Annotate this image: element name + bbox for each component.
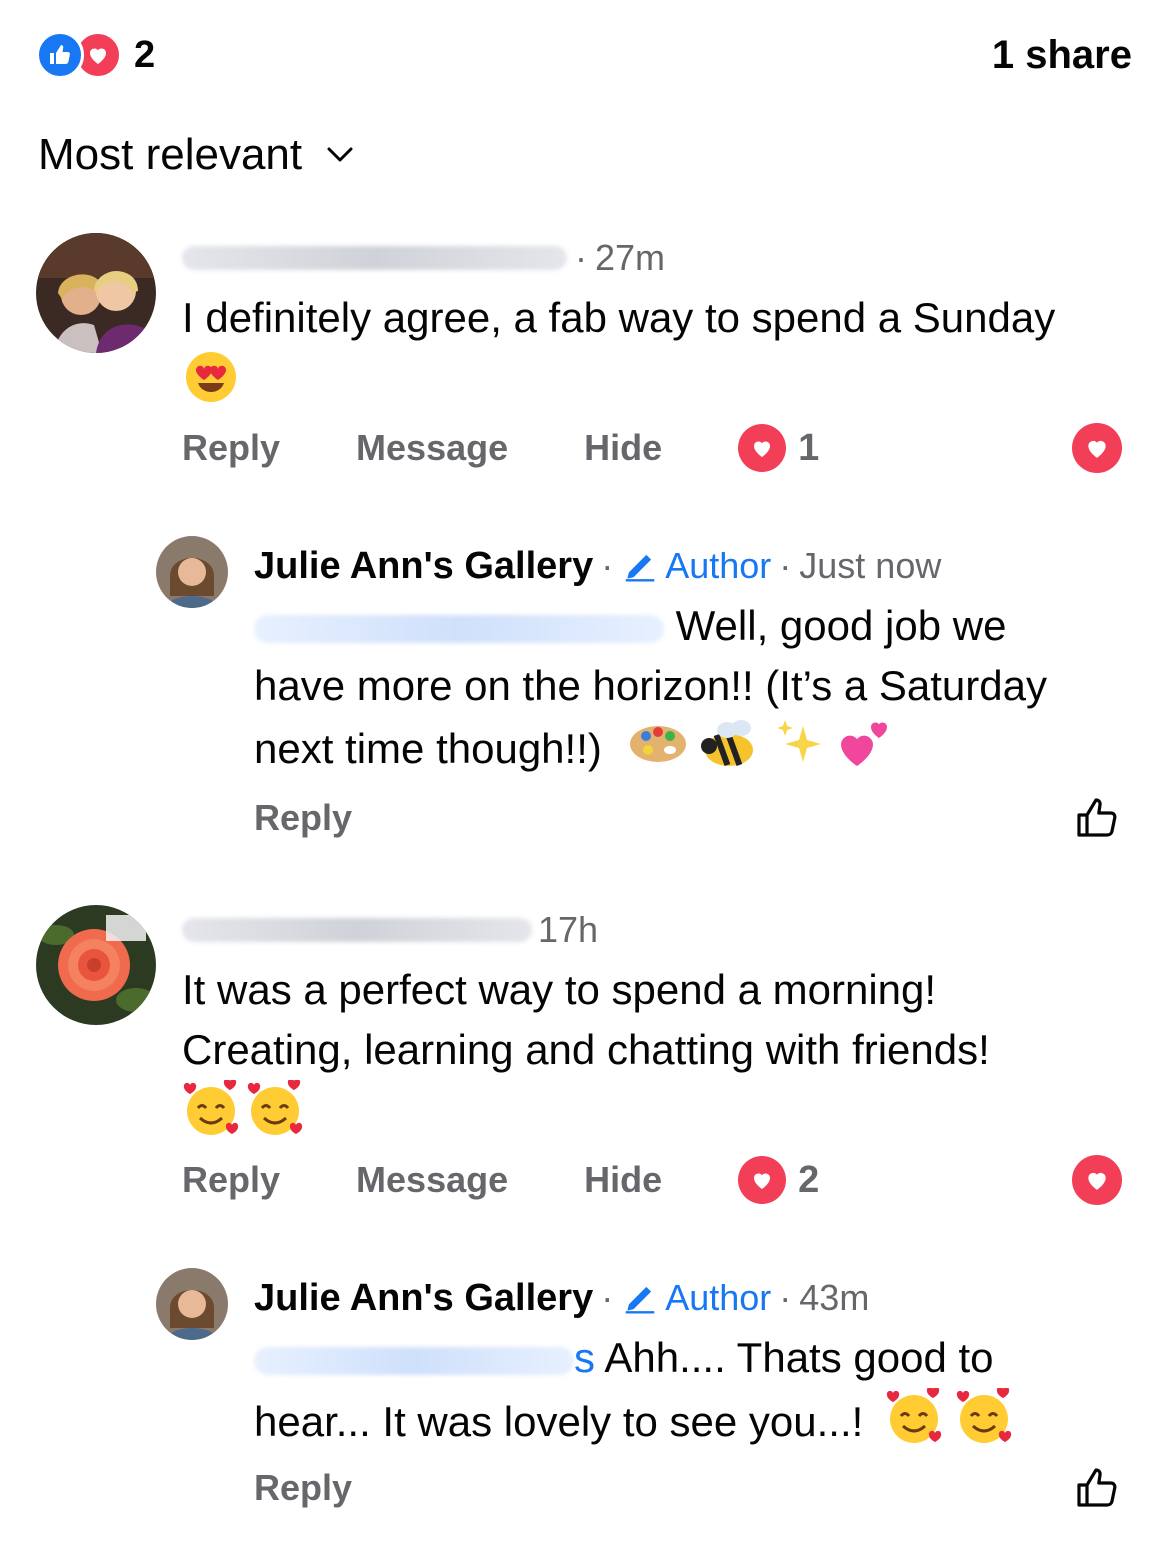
reaction-summary-bar: 2 1 share [36, 28, 1132, 82]
author-name[interactable]: Julie Ann's Gallery [254, 1277, 593, 1320]
reply-text-line: have more on the horizon!! (It’s a Satur… [254, 662, 1047, 709]
pencil-icon [625, 554, 655, 582]
comment-reaction-count[interactable]: 1 [738, 424, 819, 472]
comment-sort-dropdown[interactable]: Most relevant [38, 130, 354, 180]
message-button[interactable]: Message [356, 427, 508, 469]
reply-button[interactable]: Reply [254, 797, 352, 839]
author-badge-label: Author [665, 1277, 772, 1318]
reply-actions: Reply [254, 790, 1122, 846]
palette-emoji [628, 722, 688, 782]
comment-time: 17h [538, 909, 599, 950]
reply-text-line: Ahh.... Thats good to [604, 1334, 994, 1381]
reaction-count: 2 [798, 1158, 820, 1201]
commenter-name-redacted[interactable] [182, 246, 567, 270]
commenter-name-redacted[interactable] [182, 918, 532, 942]
mention-redacted[interactable] [254, 1346, 574, 1375]
love-reaction-icon [738, 424, 787, 472]
mention-redacted[interactable] [254, 614, 664, 643]
message-button[interactable]: Message [356, 1159, 508, 1201]
comment-text-line: It was a perfect way to spend a morning! [182, 966, 937, 1013]
reply-time: Just now [799, 545, 942, 586]
comment-actions: Reply Message Hide 1 [182, 420, 1122, 476]
reaction-count: 2 [134, 33, 156, 76]
reply-text: Well, good job we have more on the horiz… [254, 596, 1134, 788]
smiling-face-with-hearts-emoji [885, 1386, 943, 1462]
comment-text-line: Creating, learning and chatting with fri… [182, 1026, 990, 1073]
reactions-summary[interactable]: 2 [36, 31, 155, 79]
author-badge: Author [621, 545, 771, 587]
comment-text: It was a perfect way to spend a morning!… [182, 960, 1142, 1080]
hide-button[interactable]: Hide [584, 427, 662, 469]
smiling-face-with-hearts-emoji [247, 1080, 303, 1135]
reply-time: 43m [799, 1277, 870, 1318]
reply-text-line: next time though!!) [254, 725, 602, 773]
commenter-avatar[interactable] [36, 905, 156, 1025]
thumbs-up-icon[interactable] [1074, 794, 1122, 842]
smiling-face-with-hearts-emoji [183, 1080, 239, 1135]
sort-label: Most relevant [38, 130, 303, 179]
love-reaction-icon [738, 1156, 787, 1204]
comment-text: I definitely agree, a fab way to spend a… [182, 288, 1142, 348]
sparkles-emoji [773, 716, 825, 788]
love-react-button[interactable] [1072, 1155, 1122, 1205]
author-name[interactable]: Julie Ann's Gallery [254, 545, 593, 588]
reply-header: Julie Ann's Gallery · Author · 43m [254, 1276, 870, 1320]
thumbs-up-icon[interactable] [1074, 1464, 1122, 1512]
comment-header: · 27m [182, 236, 665, 280]
comment-header: 17h [182, 908, 598, 952]
comment-actions: Reply Message Hide 2 [182, 1152, 1122, 1208]
author-avatar[interactable] [156, 536, 228, 608]
hide-button[interactable]: Hide [584, 1159, 662, 1201]
reply-button[interactable]: Reply [182, 1159, 280, 1201]
reply-button[interactable]: Reply [254, 1467, 352, 1509]
reply-text: s Ahh.... Thats good to hear... It was l… [254, 1328, 1134, 1462]
commenter-avatar[interactable] [36, 233, 156, 353]
author-avatar[interactable] [156, 1268, 228, 1340]
comment-reaction-count[interactable]: 2 [738, 1156, 819, 1204]
smiling-hearts-emojis [182, 1080, 304, 1138]
reply-header: Julie Ann's Gallery · Author · Just now [254, 544, 942, 588]
pencil-icon [625, 1286, 655, 1314]
two-hearts-emoji [837, 716, 893, 788]
author-badge: Author [621, 1277, 771, 1319]
love-react-button[interactable] [1072, 423, 1122, 473]
author-badge-label: Author [665, 545, 772, 586]
chevron-down-icon [327, 147, 353, 162]
reply-text-line: hear... It was lovely to see you...! [254, 1398, 864, 1446]
comment-time: 27m [595, 237, 666, 278]
reply-actions: Reply [254, 1460, 1122, 1516]
like-reaction-icon [36, 31, 84, 79]
bee-emoji [699, 716, 761, 788]
reply-button[interactable]: Reply [182, 427, 280, 469]
comment-text-content: I definitely agree, a fab way to spend a… [182, 294, 1056, 341]
mention-tail[interactable]: s [574, 1334, 595, 1381]
reaction-count: 1 [798, 426, 820, 469]
reply-text-line: Well, good job we [675, 602, 1007, 649]
smiling-face-with-hearts-emoji [955, 1386, 1013, 1462]
share-count[interactable]: 1 share [992, 33, 1132, 78]
heart-eyes-emoji [184, 350, 238, 409]
